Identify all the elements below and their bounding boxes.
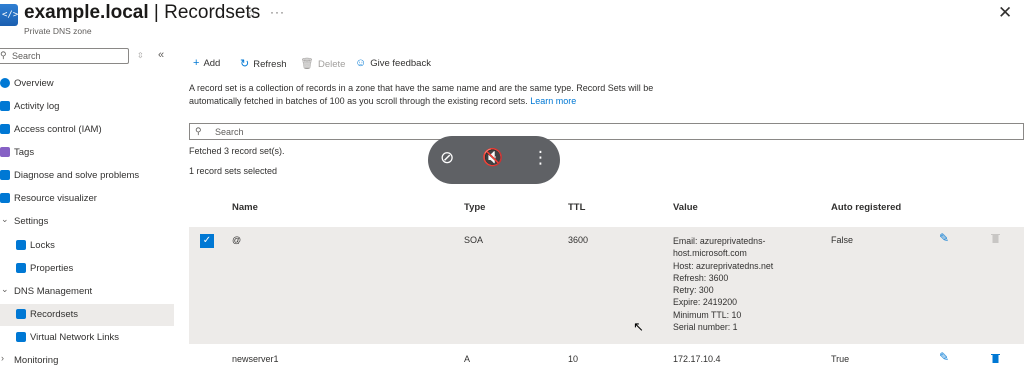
sidebar-item-label: DNS Management	[14, 286, 93, 297]
overview-icon	[0, 78, 10, 88]
sidebar-item-resource-visualizer[interactable]: Resource visualizer	[0, 188, 174, 210]
cell-auto-registered: True	[831, 354, 850, 364]
delete-icon: 🗑	[300, 58, 314, 70]
plus-icon: +	[193, 57, 200, 69]
sidebar-item-activity-log[interactable]: Activity log	[0, 96, 174, 118]
delete-button[interactable]: 🗑 Delete	[300, 57, 345, 70]
lock-icon	[16, 240, 26, 250]
column-header-ttl[interactable]: TTL	[568, 202, 585, 213]
learn-more-link[interactable]: Learn more	[530, 96, 576, 106]
recordsets-icon	[16, 309, 26, 319]
cell-type: SOA	[464, 235, 484, 245]
feedback-icon: ☺	[355, 57, 367, 69]
sidebar-item-label: Locks	[30, 240, 55, 251]
unpin-icon[interactable]: ⊘	[440, 148, 454, 168]
cell-name: newserver1	[232, 354, 279, 364]
network-links-icon	[16, 332, 26, 342]
cell-type: A	[464, 354, 471, 364]
column-header-type[interactable]: Type	[464, 202, 485, 213]
give-feedback-button[interactable]: ☺ Give feedback	[355, 57, 431, 69]
search-icon: ⚲	[195, 126, 202, 136]
sidebar-item-label: Monitoring	[14, 355, 59, 366]
column-header-name[interactable]: Name	[232, 202, 258, 213]
close-icon[interactable]: ✕	[998, 3, 1012, 23]
cell-ttl: 10	[568, 354, 579, 364]
sidebar-item-virtual-network-links[interactable]: Virtual Network Links	[0, 327, 174, 349]
iam-icon	[0, 124, 10, 134]
refresh-button[interactable]: ↻ Refresh	[240, 57, 286, 70]
sidebar-item-label: Overview	[14, 78, 54, 89]
collapse-sidebar-icon[interactable]: «	[158, 49, 164, 61]
chevron-down-icon: ⌄	[1, 284, 9, 294]
cell-value: Email: azureprivatedns- host.microsoft.c…	[673, 236, 774, 333]
floating-controls: ⊘ 🔇 ⋮	[428, 136, 560, 184]
cell-auto-registered: False	[831, 235, 854, 245]
dns-zone-icon: </>	[0, 4, 18, 26]
cell-ttl: 3600	[568, 235, 589, 245]
visualizer-icon	[0, 193, 10, 203]
more-vertical-icon[interactable]: ⋮	[532, 148, 549, 168]
trash-icon[interactable]	[991, 233, 1000, 243]
page-subtitle: Private DNS zone	[24, 26, 92, 36]
tag-icon	[0, 147, 10, 157]
sidebar-item-recordsets[interactable]: Recordsets	[0, 304, 174, 326]
cell-value: 172.17.10.4	[673, 354, 721, 364]
sidebar-item-label: Resource visualizer	[14, 193, 97, 204]
sidebar-item-label: Properties	[30, 263, 74, 274]
sidebar-item-properties[interactable]: Properties	[0, 258, 174, 280]
add-button[interactable]: + Add	[193, 57, 220, 69]
sidebar-item-label: Activity log	[14, 101, 60, 112]
sidebar-item-tags[interactable]: Tags	[0, 142, 174, 164]
column-header-value[interactable]: Value	[673, 202, 698, 213]
star-icon[interactable]: ☆	[246, 6, 257, 20]
refresh-icon: ↻	[240, 58, 250, 70]
sidebar-item-access-control-iam[interactable]: Access control (IAM)	[0, 119, 174, 141]
trash-icon[interactable]	[991, 353, 1000, 363]
properties-icon	[16, 263, 26, 273]
sidebar-item-label: Recordsets	[30, 309, 79, 320]
edit-icon[interactable]: ✎	[939, 350, 949, 364]
description: A record set is a collection of records …	[189, 83, 654, 106]
page-title: example.local | Recordsets	[24, 2, 261, 23]
selected-status: 1 record sets selected	[189, 166, 278, 176]
recordset-search-input[interactable]: ⚲ Search	[189, 123, 1024, 140]
chevron-down-icon: ⌄	[1, 214, 9, 224]
sidebar-search-input[interactable]: ⚲ Search	[0, 48, 129, 64]
sidebar-item-label: Tags	[14, 147, 35, 158]
column-header-auto-registered[interactable]: Auto registered	[831, 202, 901, 213]
row-checkbox[interactable]: ✓	[200, 234, 214, 248]
sidebar-item-label: Virtual Network Links	[30, 332, 120, 343]
sidebar-item-label: Diagnose and solve problems	[14, 170, 140, 181]
sidebar-item-settings[interactable]: ⌄ Settings	[0, 211, 174, 233]
mouse-cursor-icon: ↖	[633, 320, 644, 335]
mute-icon[interactable]: 🔇	[482, 148, 503, 168]
fetched-status: Fetched 3 record set(s).	[189, 146, 285, 156]
activity-log-icon	[0, 101, 10, 111]
sidebar-item-label: Access control (IAM)	[14, 124, 102, 135]
wrench-icon	[0, 170, 10, 180]
search-icon: ⚲	[0, 50, 7, 60]
sidebar-item-monitoring[interactable]: › Monitoring	[0, 350, 174, 368]
ellipsis-icon[interactable]: ···	[270, 5, 285, 19]
sidebar-item-diagnose-and-solve-problems[interactable]: Diagnose and solve problems	[0, 165, 174, 187]
cell-name: @	[232, 235, 242, 245]
chevron-right-icon: ›	[1, 353, 4, 363]
table-row[interactable]	[189, 227, 1024, 344]
sidebar-item-label: Settings	[14, 216, 49, 227]
sidebar-item-dns-management[interactable]: ⌄ DNS Management	[0, 281, 174, 303]
sidebar-item-overview[interactable]: Overview	[0, 73, 174, 95]
sidebar-item-locks[interactable]: Locks	[0, 235, 174, 257]
edit-icon[interactable]: ✎	[939, 231, 949, 245]
expand-icon[interactable]: ⇳	[137, 51, 144, 60]
